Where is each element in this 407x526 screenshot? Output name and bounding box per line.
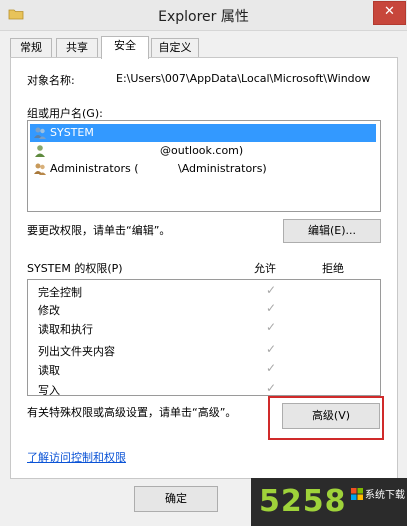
permission-name: 写入 (38, 384, 60, 396)
user-name: @outlook.com) (160, 144, 244, 157)
edit-hint: 要更改权限，请单击“编辑”。 (27, 224, 171, 237)
allow-check-icon: ✓ (266, 342, 277, 356)
watermark-text: 系统下载 (365, 490, 405, 501)
permission-row: 修改 ✓ (38, 301, 358, 317)
edit-button[interactable]: 编辑(E)... (283, 219, 381, 243)
learn-access-control-link[interactable]: 了解访问控制和权限 (27, 449, 126, 465)
windows-logo-icon (351, 488, 363, 500)
watermark-number: 5258 (259, 484, 347, 519)
window-title: Explorer 属性 (158, 9, 249, 25)
permission-row: 读取和执行 ✓ (38, 320, 358, 336)
user-name: SYSTEM (50, 126, 94, 139)
user-row-system[interactable]: SYSTEM (30, 124, 376, 142)
permissions-label: SYSTEM 的权限(P) (27, 262, 123, 275)
permission-name: 完全控制 (38, 286, 82, 299)
permission-name: 读取和执行 (38, 323, 93, 336)
permission-row: 读取 ✓ (38, 361, 358, 377)
users-list[interactable]: SYSTEM @outlook.com) Administrators ( \A… (27, 120, 381, 212)
tab-general[interactable]: 常规 (10, 38, 52, 57)
ok-button[interactable]: 确定 (134, 486, 218, 512)
allow-check-icon: ✓ (266, 361, 277, 375)
groups-label: 组或用户名(G): (27, 107, 103, 120)
allow-check-icon: ✓ (266, 301, 277, 315)
permission-row: 列出文件夹内容 ✓ (38, 342, 358, 358)
tab-general-label: 常规 (20, 41, 42, 54)
permissions-list[interactable]: 完全控制 ✓ 修改 ✓ 读取和执行 ✓ 列出文件夹内容 ✓ 读取 ✓ 写入 ✓ … (27, 279, 381, 396)
object-name-label: 对象名称: (27, 74, 75, 87)
deny-header: 拒绝 (322, 262, 344, 275)
close-icon: ✕ (384, 4, 395, 19)
permission-name: 读取 (38, 364, 60, 377)
tab-sharing-label: 共享 (66, 41, 88, 54)
advanced-hint: 有关特殊权限或高级设置，请单击“高级”。 (27, 406, 237, 419)
user-row-administrators[interactable]: Administrators ( \Administrators) (30, 160, 376, 178)
user-name: Administrators ( (50, 162, 139, 175)
tab-customize-label: 自定义 (158, 41, 192, 54)
permission-name: 修改 (38, 304, 60, 317)
tab-security-label: 安全 (114, 39, 136, 52)
ok-button-label: 确定 (165, 492, 187, 505)
user-row-outlook[interactable]: @outlook.com) (30, 142, 376, 160)
object-name-value: E:\Users\007\AppData\Local\Microsoft\Win… (116, 72, 371, 85)
group-icon (34, 127, 46, 139)
tab-customize[interactable]: 自定义 (151, 38, 199, 57)
allow-header: 允许 (254, 262, 276, 275)
user-icon (35, 145, 45, 157)
permission-row: 完全控制 ✓ (38, 283, 358, 299)
permission-row: 写入 ✓ (38, 381, 358, 396)
allow-check-icon: ✓ (266, 381, 277, 395)
close-button[interactable]: ✕ (373, 1, 406, 25)
allow-check-icon: ✓ (266, 283, 277, 297)
title-bar[interactable]: Explorer 属性 ✕ (0, 0, 407, 31)
user-name-suffix: \Administrators) (178, 162, 267, 175)
edit-button-label: 编辑(E)... (307, 224, 357, 237)
highlight-box (268, 396, 384, 440)
tab-sharing[interactable]: 共享 (56, 38, 98, 57)
allow-check-icon: ✓ (266, 320, 277, 334)
permission-name: 列出文件夹内容 (38, 345, 115, 358)
group-icon (34, 163, 46, 175)
watermark: 5258 系统下载 (251, 478, 407, 526)
tab-security[interactable]: 安全 (101, 36, 149, 59)
